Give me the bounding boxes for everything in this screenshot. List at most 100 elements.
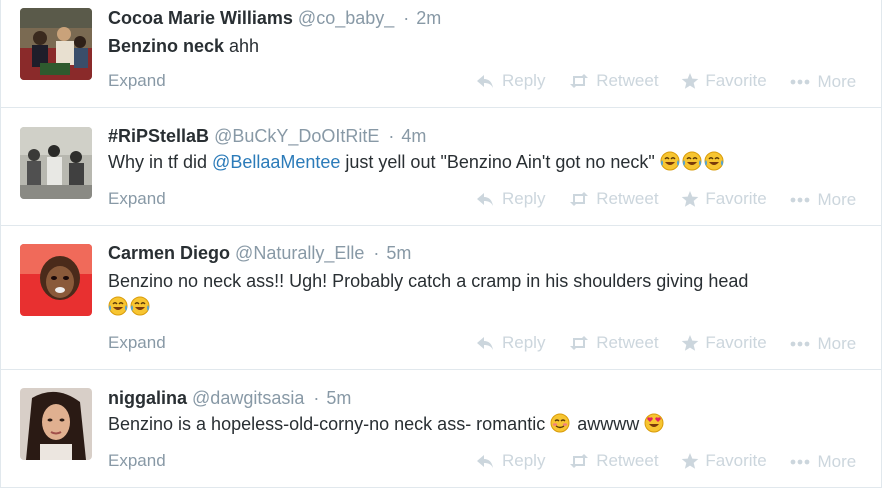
star-icon xyxy=(682,453,699,469)
reply-button[interactable]: Reply xyxy=(476,71,545,91)
favorite-label: Favorite xyxy=(705,71,767,90)
expand-link[interactable]: Expand xyxy=(108,451,166,471)
tweet-text: Benzino is a hopeless-old-corny-no neck … xyxy=(108,411,666,437)
expand-link[interactable]: Expand xyxy=(108,189,166,209)
favorite-button[interactable]: Favorite xyxy=(681,71,767,91)
tweet-actions: Reply Retweet Favorite More xyxy=(476,189,856,213)
tears-of-joy-emoji-icon xyxy=(108,296,128,316)
tweet-text-bold: Benzino neck xyxy=(108,36,225,56)
reply-button[interactable]: Reply xyxy=(476,451,545,471)
reply-button[interactable]: Reply xyxy=(476,333,545,353)
username[interactable]: @BuCkY_DoOItRitE xyxy=(214,126,379,146)
expand-link[interactable]: Expand xyxy=(108,333,166,353)
retweet-label: Retweet xyxy=(596,451,659,470)
fullname[interactable]: #RiPStellaB xyxy=(108,126,209,146)
favorite-label: Favorite xyxy=(705,451,767,470)
fullname[interactable]: Carmen Diego xyxy=(108,243,230,263)
avatar[interactable] xyxy=(20,127,92,199)
timestamp[interactable]: 5m xyxy=(326,388,351,408)
tweet-item[interactable]: niggalina @dawgitsasia · 5m Benzino is a… xyxy=(0,370,882,488)
retweet-icon xyxy=(570,192,589,206)
username[interactable]: @dawgitsasia xyxy=(192,388,304,408)
tweet-header: Carmen Diego @Naturally_Elle · 5m xyxy=(108,242,411,264)
fullname[interactable]: Cocoa Marie Williams xyxy=(108,8,293,28)
tweet-header: niggalina @dawgitsasia · 5m xyxy=(108,387,351,409)
more-dots-icon xyxy=(791,341,810,347)
tweet-header: #RiPStellaB @BuCkY_DoOItRitE · 4m xyxy=(108,125,426,147)
separator: · xyxy=(373,243,380,263)
more-dots-icon xyxy=(791,197,810,203)
more-dots-icon xyxy=(791,459,810,465)
more-label: More xyxy=(817,334,857,353)
avatar[interactable] xyxy=(20,388,92,460)
reply-label: Reply xyxy=(502,71,546,90)
retweet-label: Retweet xyxy=(596,189,659,208)
more-button[interactable]: More xyxy=(789,190,856,210)
retweet-button[interactable]: Retweet xyxy=(568,333,659,353)
reply-label: Reply xyxy=(502,333,546,352)
separator: · xyxy=(313,388,320,408)
tweet-text: Benzino neck ahh xyxy=(108,33,259,59)
more-button[interactable]: More xyxy=(789,452,856,472)
more-dots-icon xyxy=(791,79,810,85)
retweet-button[interactable]: Retweet xyxy=(568,189,659,209)
favorite-button[interactable]: Favorite xyxy=(681,189,767,209)
avatar[interactable] xyxy=(20,8,92,80)
more-label: More xyxy=(817,190,857,209)
favorite-button[interactable]: Favorite xyxy=(681,451,767,471)
tweet-text-rest: ahh xyxy=(224,36,260,56)
tweet-text: Benzino no neck ass!! Ugh! Probably catc… xyxy=(108,268,748,320)
tears-of-joy-emoji-icon xyxy=(660,151,680,171)
retweet-label: Retweet xyxy=(596,333,659,352)
favorite-button[interactable]: Favorite xyxy=(681,333,767,353)
more-button[interactable]: More xyxy=(789,72,856,92)
reply-label: Reply xyxy=(502,189,546,208)
fullname[interactable]: niggalina xyxy=(108,388,187,408)
tweet-text-post: just yell out "Benzino Ain't got no neck… xyxy=(340,152,655,172)
retweet-button[interactable]: Retweet xyxy=(568,451,659,471)
avatar[interactable] xyxy=(20,244,92,316)
separator: · xyxy=(403,8,410,28)
star-icon xyxy=(682,191,699,207)
reply-icon xyxy=(477,455,493,468)
tears-of-joy-emoji-icon xyxy=(130,296,150,316)
reply-label: Reply xyxy=(502,451,546,470)
timestamp[interactable]: 4m xyxy=(401,126,426,146)
tweet-actions: Reply Retweet Favorite More xyxy=(476,333,856,357)
tweet-text-pre: Why in tf did xyxy=(108,152,213,172)
username[interactable]: @Naturally_Elle xyxy=(235,243,364,263)
tweet-text: Why in tf did @BellaaMentee just yell ou… xyxy=(108,149,726,175)
tweet-text-body: Benzino no neck ass!! Ugh! Probably catc… xyxy=(108,271,749,291)
star-icon xyxy=(682,335,699,351)
separator: · xyxy=(388,126,395,146)
favorite-label: Favorite xyxy=(705,333,767,352)
retweet-icon xyxy=(570,336,589,350)
expand-link[interactable]: Expand xyxy=(108,71,166,91)
tears-of-joy-emoji-icon xyxy=(682,151,702,171)
tweet-text-post: awwww xyxy=(572,414,645,434)
heart-eyes-emoji-icon xyxy=(644,413,664,433)
star-icon xyxy=(682,73,699,89)
timestamp[interactable]: 5m xyxy=(386,243,411,263)
retweet-icon xyxy=(570,454,589,468)
favorite-label: Favorite xyxy=(705,189,767,208)
tweet-timeline: Cocoa Marie Williams @co_baby_ · 2m Benz… xyxy=(0,0,884,488)
mention-link[interactable]: @BellaaMentee xyxy=(212,152,340,172)
reply-icon xyxy=(477,337,493,350)
tweet-item[interactable]: Cocoa Marie Williams @co_baby_ · 2m Benz… xyxy=(0,0,882,108)
tweet-text-pre: Benzino is a hopeless-old-corny-no neck … xyxy=(108,414,551,434)
more-label: More xyxy=(817,72,857,91)
tweet-header: Cocoa Marie Williams @co_baby_ · 2m xyxy=(108,7,441,29)
username[interactable]: @co_baby_ xyxy=(298,8,394,28)
more-button[interactable]: More xyxy=(789,334,856,354)
reply-icon xyxy=(477,75,493,88)
tweet-actions: Reply Retweet Favorite More xyxy=(476,451,856,475)
more-label: More xyxy=(817,452,857,471)
tweet-item[interactable]: #RiPStellaB @BuCkY_DoOItRitE · 4m Why in… xyxy=(0,108,882,226)
reply-icon xyxy=(477,193,493,206)
smiling-face-blush-emoji-icon xyxy=(550,413,570,433)
reply-button[interactable]: Reply xyxy=(476,189,545,209)
retweet-button[interactable]: Retweet xyxy=(568,71,659,91)
tweet-item[interactable]: Carmen Diego @Naturally_Elle · 5m Benzin… xyxy=(0,226,882,370)
timestamp[interactable]: 2m xyxy=(416,8,441,28)
